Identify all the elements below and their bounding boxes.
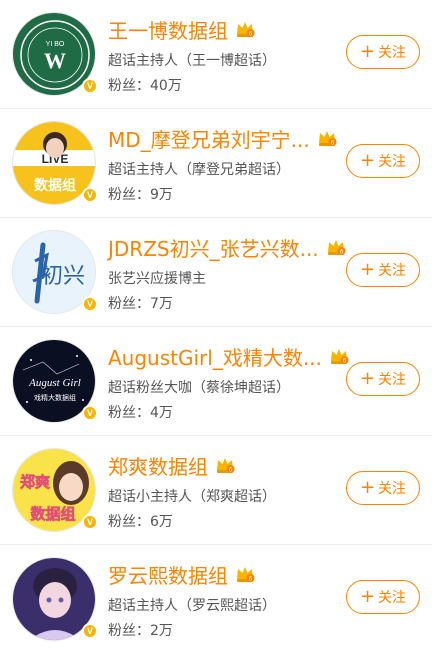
account-role: 超话主持人（王一博超话） <box>108 53 276 69</box>
account-role: 超话主持人（罗云熙超话） <box>108 598 276 614</box>
fans-count: 粉丝：7万 <box>108 296 173 312</box>
follow-label: 关注 <box>378 45 407 61</box>
verified-badge-icon: V <box>82 187 98 203</box>
account-role: 超话粉丝大咖（蔡徐坤超话） <box>108 380 290 396</box>
account-name[interactable]: 王一博数据组 <box>108 15 228 44</box>
fans-count: 粉丝：4万 <box>108 405 173 421</box>
plus-icon: + <box>359 41 376 62</box>
follow-button[interactable]: + 关注 <box>346 144 420 178</box>
list-item[interactable]: August Girl 戏精大数据组 V AugustGirl_戏精大数... … <box>0 327 432 435</box>
avatar-container[interactable]: August Girl 戏精大数据组 V <box>12 339 98 425</box>
plus-icon: + <box>359 259 376 280</box>
verified-badge-icon: V <box>82 296 98 312</box>
account-role: 超话主持人（摩登兄弟超话） <box>108 162 290 178</box>
avatar-monogram: W <box>44 48 66 73</box>
list-item[interactable]: YI BO W V 王一博数据组 6 超话主持人（王一博超话） 粉丝：40万 +… <box>0 0 432 108</box>
fans-count: 粉丝：9万 <box>108 187 173 203</box>
account-name[interactable]: JDRZS初兴_张艺兴数... <box>108 233 319 262</box>
verified-badge-icon: V <box>82 623 98 639</box>
account-name[interactable]: 郑爽数据组 <box>108 451 208 480</box>
avatar-subcaption: 戏精大数据组 <box>34 393 76 402</box>
follow-label: 关注 <box>378 372 407 388</box>
account-name[interactable]: 罗云熙数据组 <box>108 560 228 589</box>
avatar-container[interactable]: 初兴 V <box>12 230 98 316</box>
follow-button[interactable]: + 关注 <box>346 35 420 69</box>
crown-level-icon: 6 <box>330 349 349 365</box>
follow-label: 关注 <box>378 263 407 279</box>
follow-button[interactable]: + 关注 <box>346 471 420 505</box>
follow-label: 关注 <box>378 590 407 606</box>
plus-icon: + <box>359 150 376 171</box>
avatar-subcaption: 数据组 <box>30 505 75 523</box>
crown-level-icon: 6 <box>217 458 235 474</box>
verified-badge-icon: V <box>82 514 98 530</box>
account-name[interactable]: AugustGirl_戏精大数... <box>108 342 322 371</box>
list-item[interactable]: 郑爽 数据组 V 郑爽数据组 6 超话小主持人（郑爽超话） 粉丝：6万 + 关注 <box>0 436 432 544</box>
list-item[interactable]: 初兴 V JDRZS初兴_张艺兴数... 6 张艺兴应援博主 粉丝：7万 + 关… <box>0 218 432 326</box>
avatar-container[interactable]: V <box>12 557 98 643</box>
avatar-caption: 郑爽 <box>20 473 50 491</box>
avatar-caption: 初兴 <box>41 264 85 289</box>
fans-count: 粉丝：40万 <box>108 78 182 94</box>
follow-button[interactable]: + 关注 <box>346 362 420 396</box>
list-item[interactable]: V 罗云熙数据组 6 超话主持人（罗云熙超话） 粉丝：2万 + 关注 <box>0 545 432 653</box>
account-list: YI BO W V 王一博数据组 6 超话主持人（王一博超话） 粉丝：40万 +… <box>0 0 432 657</box>
account-role: 张艺兴应援博主 <box>108 271 206 287</box>
follow-label: 关注 <box>378 154 407 170</box>
follow-button[interactable]: + 关注 <box>346 253 420 287</box>
verified-badge-icon: V <box>82 405 98 421</box>
plus-icon: + <box>359 586 376 607</box>
plus-icon: + <box>359 368 376 389</box>
follow-button[interactable]: + 关注 <box>346 580 420 614</box>
follow-label: 关注 <box>378 481 407 497</box>
crown-level-icon: 6 <box>237 22 255 38</box>
fans-count: 粉丝：2万 <box>108 623 173 639</box>
avatar-caption: 数据组 <box>34 177 76 194</box>
avatar-container[interactable]: YI BO W V <box>12 12 98 98</box>
fans-count: 粉丝：6万 <box>108 514 173 530</box>
avatar-caption: YI BO <box>46 41 65 48</box>
account-name[interactable]: MD_摩登兄弟刘宇宁... <box>108 124 310 153</box>
account-role: 超话小主持人（郑爽超话） <box>108 489 276 505</box>
plus-icon: + <box>359 477 376 498</box>
crown-level-icon: 6 <box>318 131 337 147</box>
verified-badge-icon: V <box>82 78 98 94</box>
crown-level-icon: 6 <box>237 567 255 583</box>
avatar-container[interactable]: 郑爽 数据组 V <box>12 448 98 534</box>
list-item[interactable]: LIVE 数据组 V MD_摩登兄弟刘宇宁... 6 超话主持人（摩登兄弟超话）… <box>0 109 432 217</box>
avatar-caption: August Girl <box>28 377 81 389</box>
avatar-container[interactable]: LIVE 数据组 V <box>12 121 98 207</box>
crown-level-icon: 6 <box>327 240 346 256</box>
